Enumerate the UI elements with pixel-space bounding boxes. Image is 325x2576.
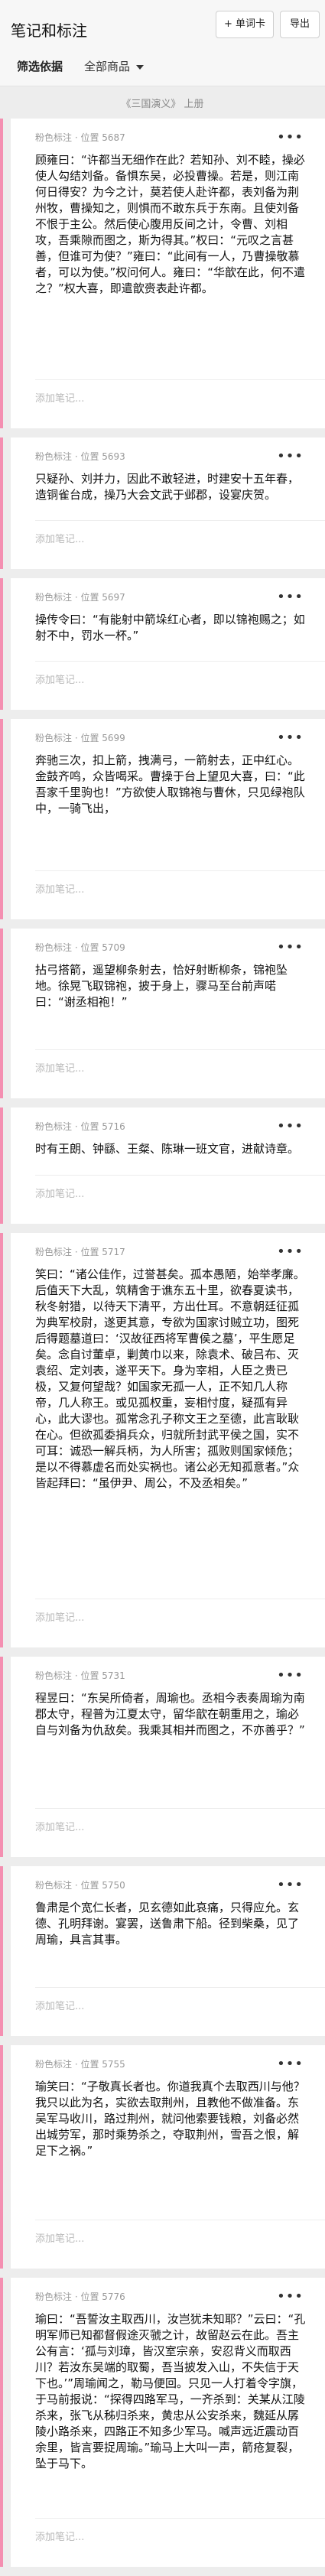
highlight-color-bar (0, 119, 3, 428)
more-options-icon[interactable]: ••• (277, 1244, 304, 1260)
annotation-card: 粉色标注 · 位置 5731 ••• 程昱曰：“东吴所倚者，周瑜也。丞相今表奏周瑜为… (0, 1657, 325, 1866)
page-title: 笔记和标注 (11, 21, 87, 40)
more-options-icon[interactable]: ••• (277, 1877, 304, 1893)
highlight-color-bar (0, 2278, 3, 2567)
divider (35, 1049, 325, 1050)
highlight-color-bar (0, 1657, 3, 1857)
annotation-meta: 粉色标注 · 位置 5776 (35, 2291, 125, 2302)
divider (35, 1808, 325, 1809)
divider (35, 1987, 325, 1988)
add-note-field[interactable]: 添加笔记... (35, 531, 84, 545)
more-options-icon[interactable]: ••• (277, 939, 304, 955)
highlight-color-bar (0, 719, 3, 919)
annotation-meta: 粉色标注 · 位置 5755 (35, 2059, 125, 2070)
export-button[interactable]: 导出 (280, 11, 320, 38)
divider (35, 661, 325, 662)
highlight-color-bar (0, 578, 3, 710)
more-options-icon[interactable]: ••• (277, 730, 304, 746)
highlight-text: 拈弓搭箭，遥望柳条射去，恰好射断柳条，锦袍坠地。徐晃飞取锦袍，披于身上，骤马至台… (35, 963, 288, 1009)
annotation-card: 粉色标注 · 位置 5755 ••• 瑜笑曰：“子敬真长者也。你道我真个去取西川与他… (0, 2045, 325, 2278)
annotation-card: 粉色标注 · 位置 5750 ••• 鲁肃是个宽仁长者，见玄德如此哀痛，只得应允。玄… (0, 1866, 325, 2045)
annotation-card: 粉色标注 · 位置 5687 ••• 顾雍曰：“许都当无细作在此？若知孙、刘不睦，操… (0, 119, 325, 437)
annotation-card: 粉色标注 · 位置 5716 ••• 时有王朗、钟繇、王粲、陈琳一班文官，进献诗章。… (0, 1107, 325, 1233)
highlight-color-bar (0, 1233, 3, 1647)
add-note-field[interactable]: 添加笔记... (35, 672, 84, 686)
highlight-text: 笑曰：“诸公佳作，过誉甚矣。孤本愚陋，始举孝廉。后值天下大乱，筑精舍于谯东五十里… (35, 1267, 305, 1490)
divider (35, 520, 325, 521)
annotation-list: 粉色标注 · 位置 5687 ••• 顾雍曰：“许都当无细作在此？若知孙、刘不睦，操… (0, 119, 325, 2576)
top-bar: 笔记和标注 + 单词卡 导出 筛选依据 全部商品 (0, 0, 325, 86)
highlight-text: 只疑孙、刘并力，因此不敢轻进，时建安十五年春，造铜雀台成，操乃大会文武于邺郡，设… (35, 472, 300, 502)
filter-dropdown-label: 全部商品 (84, 60, 131, 73)
add-note-field[interactable]: 添加笔记... (35, 1819, 84, 1833)
add-note-field[interactable]: 添加笔记... (35, 1998, 84, 2012)
add-note-field[interactable]: 添加笔记... (35, 1186, 84, 1200)
divider (35, 379, 325, 380)
annotation-meta: 粉色标注 · 位置 5697 (35, 592, 125, 603)
chevron-down-icon (136, 64, 145, 70)
divider (35, 870, 325, 871)
add-note-field[interactable]: 添加笔记... (35, 2230, 84, 2245)
annotation-card: 粉色标注 · 位置 5697 ••• 操传令曰：“有能射中箭垛红心者，即以锦袍赐之；… (0, 578, 325, 719)
annotation-meta: 粉色标注 · 位置 5731 (35, 1670, 125, 1681)
add-word-card-button[interactable]: + 单词卡 (216, 11, 274, 38)
more-options-icon[interactable]: ••• (277, 2288, 304, 2304)
more-options-icon[interactable]: ••• (277, 2056, 304, 2072)
more-options-icon[interactable]: ••• (277, 448, 304, 464)
divider (35, 1175, 325, 1176)
annotation-meta: 粉色标注 · 位置 5693 (35, 451, 125, 462)
highlight-text: 瑜笑曰：“子敬真长者也。你道我真个去取西川与他？我只以此为名，实欲去取荆州，且教… (35, 2080, 305, 2158)
add-note-field[interactable]: 添加笔记... (35, 1609, 84, 1624)
highlight-text: 操传令曰：“有能射中箭垛红心者，即以锦袍赐之；如射不中，罚水一杯。” (35, 613, 305, 642)
more-options-icon[interactable]: ••• (277, 129, 304, 145)
annotation-meta: 粉色标注 · 位置 5687 (35, 132, 125, 143)
add-note-field[interactable]: 添加笔记... (35, 2529, 84, 2543)
highlight-text: 时有王朗、钟繇、王粲、陈琳一班文官，进献诗章。 (35, 1142, 300, 1156)
more-options-icon[interactable]: ••• (277, 1667, 304, 1683)
annotation-meta: 粉色标注 · 位置 5716 (35, 1121, 125, 1132)
highlight-text: 鲁肃是个宽仁长者，见玄德如此哀痛，只得应允。玄德、孔明拜谢。宴罢，送鲁肃下船。径… (35, 1901, 300, 1947)
highlight-color-bar (0, 929, 3, 1098)
highlight-color-bar (0, 437, 3, 569)
highlight-text: 顾雍曰：“许都当无细作在此？若知孙、刘不睦，操必使人勾结刘备。备惧东吴，必投曹操… (35, 153, 306, 295)
divider (35, 2518, 325, 2519)
add-note-field[interactable]: 添加笔记... (35, 881, 84, 896)
book-section-header: 《三国演义》 上册 (0, 86, 325, 119)
highlight-color-bar (0, 1866, 3, 2036)
annotation-card: 粉色标注 · 位置 5693 ••• 只疑孙、刘并力，因此不敢轻进，时建安十五年春，… (0, 437, 325, 578)
book-section-title: 《三国演义》 上册 (121, 99, 204, 110)
add-note-field[interactable]: 添加笔记... (35, 1060, 84, 1075)
highlight-color-bar (0, 1107, 3, 1224)
annotation-card: 粉色标注 · 位置 5699 ••• 奔驰三次，扣上箭，拽满弓，一箭射去，正中红心。… (0, 719, 325, 929)
annotation-meta: 粉色标注 · 位置 5709 (35, 942, 125, 953)
more-options-icon[interactable]: ••• (277, 1118, 304, 1134)
annotation-card: 粉色标注 · 位置 5709 ••• 拈弓搭箭，遥望柳条射去，恰好射断柳条，锦袍坠地… (0, 929, 325, 1107)
highlight-text: 瑜曰：“吾誓汝主取西川，汝岂犹未知耶？”云曰：“孔明军师已知都督假途灭虢之计，故… (35, 2312, 306, 2470)
annotation-meta: 粉色标注 · 位置 5699 (35, 733, 125, 743)
filter-dropdown[interactable]: 全部商品 (84, 58, 145, 74)
annotation-meta: 粉色标注 · 位置 5750 (35, 1880, 125, 1891)
filter-by-label: 筛选依据 (17, 60, 63, 73)
highlight-color-bar (0, 2045, 3, 2269)
highlight-text: 程昱曰：“东吴所倚者，周瑜也。丞相今表奏周瑜为南郡太守，程普为江夏太守，留华歆在… (35, 1691, 305, 1737)
highlight-text: 奔驰三次，扣上箭，拽满弓，一箭射去，正中红心。金鼓齐鸣，众皆喝采。曹操于台上望见… (35, 753, 305, 815)
annotation-meta: 粉色标注 · 位置 5717 (35, 1247, 125, 1257)
annotation-card: 粉色标注 · 位置 5717 ••• 笑曰：“诸公佳作，过誉甚矣。孤本愚陋，始举孝廉… (0, 1233, 325, 1657)
add-note-field[interactable]: 添加笔记... (35, 390, 84, 405)
annotation-card: 粉色标注 · 位置 5776 ••• 瑜曰：“吾誓汝主取西川，汝岂犹未知耶？”云曰：… (0, 2278, 325, 2576)
more-options-icon[interactable]: ••• (277, 589, 304, 605)
